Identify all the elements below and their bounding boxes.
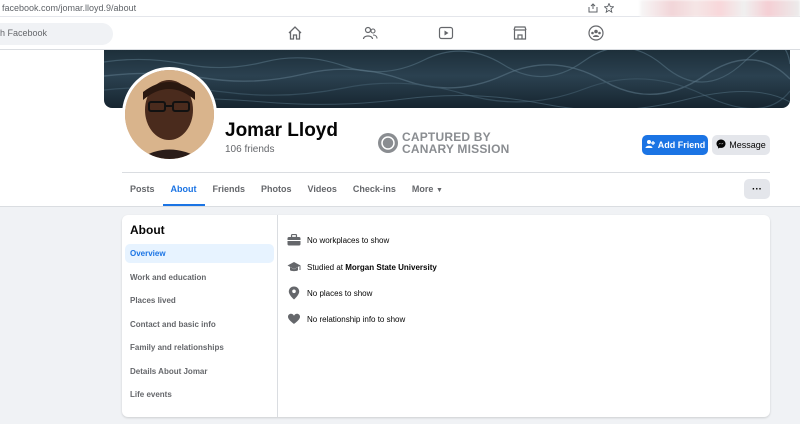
about-menu-family-relationships[interactable]: Family and relationships <box>125 338 274 357</box>
relationship-info-row: No relationship info to show <box>287 311 405 327</box>
about-sidebar: About Overview Work and education Places… <box>122 215 278 417</box>
friend-count[interactable]: 106 friends <box>225 144 274 155</box>
profile-divider <box>122 172 770 173</box>
about-menu-contact-info[interactable]: Contact and basic info <box>125 315 274 334</box>
add-friend-icon <box>645 139 655 151</box>
stamp-line-2: CANARY MISSION <box>402 142 510 156</box>
work-info-text: No workplaces to show <box>307 235 390 245</box>
education-prefix: Studied at <box>307 262 346 272</box>
about-title: About <box>130 223 165 237</box>
extensions-area <box>640 0 800 17</box>
tab-more[interactable]: More ▼ <box>404 178 451 206</box>
education-info-row: Studied at Morgan State University <box>287 259 437 275</box>
groups-icon[interactable] <box>588 25 604 41</box>
tab-videos[interactable]: Videos <box>300 178 345 206</box>
message-label: Message <box>729 140 766 150</box>
about-menu-overview[interactable]: Overview <box>125 244 274 263</box>
tab-more-label: More <box>411 184 434 194</box>
about-menu-work-education[interactable]: Work and education <box>125 268 274 287</box>
stamp-logo <box>378 133 398 153</box>
messenger-icon <box>716 139 726 151</box>
watermark-stamp: CAPTURED BY CANARY MISSION <box>378 130 509 156</box>
search-input[interactable]: h Facebook <box>0 23 113 45</box>
caret-down-icon: ▼ <box>435 187 443 194</box>
marketplace-icon[interactable] <box>512 25 528 41</box>
about-menu-life-events[interactable]: Life events <box>125 385 274 404</box>
tab-posts[interactable]: Posts <box>122 178 163 206</box>
add-friend-button[interactable]: Add Friend <box>642 135 708 155</box>
bookmark-star-icon[interactable] <box>603 2 615 14</box>
browser-address-bar: facebook.com/jomar.lloyd.9/about <box>0 0 800 17</box>
share-icon[interactable] <box>587 2 599 14</box>
profile-avatar[interactable] <box>122 67 217 162</box>
url-text[interactable]: facebook.com/jomar.lloyd.9/about <box>2 3 136 13</box>
friends-icon[interactable] <box>362 25 378 41</box>
watch-icon[interactable] <box>438 25 454 41</box>
search-placeholder: h Facebook <box>0 28 48 38</box>
relationship-info-text: No relationship info to show <box>307 314 406 324</box>
places-info-text: No places to show <box>307 288 373 298</box>
graduation-cap-icon <box>287 260 301 274</box>
more-options-button[interactable]: ··· <box>744 179 770 199</box>
work-info-row: No workplaces to show <box>287 232 389 248</box>
tab-check-ins[interactable]: Check-ins <box>345 178 404 206</box>
heart-icon <box>287 312 301 326</box>
profile-tabs: Posts About Friends Photos Videos Check-… <box>122 178 451 206</box>
tab-about[interactable]: About <box>162 178 205 206</box>
about-card: About Overview Work and education Places… <box>122 215 770 417</box>
places-info-row: No places to show <box>287 285 372 301</box>
top-navigation: h Facebook <box>0 17 800 50</box>
briefcase-icon <box>287 233 301 247</box>
education-school-link[interactable]: Morgan State University <box>345 263 437 272</box>
profile-name: Jomar Lloyd <box>225 120 338 141</box>
message-button[interactable]: Message <box>712 135 770 155</box>
location-pin-icon <box>287 286 301 300</box>
home-icon[interactable] <box>287 25 303 41</box>
tab-photos[interactable]: Photos <box>253 178 300 206</box>
add-friend-label: Add Friend <box>657 140 706 150</box>
tab-friends[interactable]: Friends <box>205 178 254 206</box>
about-menu-places-lived[interactable]: Places lived <box>125 291 274 310</box>
about-menu-details[interactable]: Details About Jomar <box>125 362 274 381</box>
